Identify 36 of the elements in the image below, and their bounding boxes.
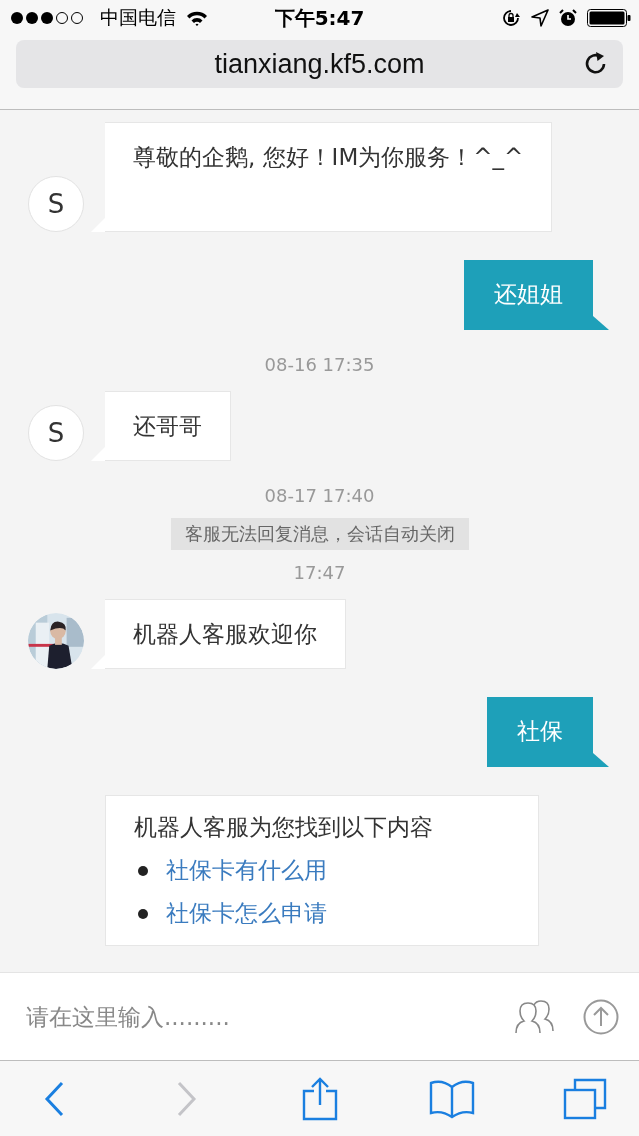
back-icon[interactable] [44,1080,64,1117]
timestamp: 17:47 [293,562,346,583]
bubble-tail [91,218,105,232]
message-bubble: 社保 [487,697,593,767]
status-time: 下午5:47 [274,4,365,32]
share-icon[interactable] [301,1076,338,1121]
send-icon[interactable] [583,998,619,1035]
system-notice: 客服无法回复消息，会话自动关闭 [170,518,469,550]
avatar: S [28,405,84,461]
url-text: tianxiang.kf5.com [214,48,425,80]
battery-icon [587,9,631,27]
timestamp: 08-16 17:35 [264,354,375,375]
address-bar[interactable]: tianxiang.kf5.com [16,40,623,88]
rotation-lock-icon [501,8,521,28]
message-bubble: 机器人客服欢迎你 [105,599,346,669]
location-icon [531,9,549,27]
timestamp: 08-17 17:40 [264,485,375,506]
avatar: S [28,176,84,232]
message-bubble: 还哥哥 [105,391,231,461]
bubble-tail [91,447,105,461]
wifi-icon [186,10,208,26]
bubble-tail [91,655,105,669]
bookmarks-icon[interactable] [429,1078,476,1119]
people-icon[interactable] [515,999,555,1034]
bullet-icon [138,908,148,919]
message-bubble: 还姐姐 [464,260,593,330]
bubble-tail [593,316,609,330]
alarm-icon [559,9,577,27]
results-title: 机器人客服为您找到以下内容 [134,813,434,842]
message-bubble: 尊敬的企鹅, 您好！IM为你服务！^_^ [105,122,553,232]
result-link[interactable]: 社保卡有什么用 [166,855,327,886]
result-link[interactable]: 社保卡怎么申请 [166,898,327,929]
bullet-icon [138,865,148,876]
tabs-icon[interactable] [563,1077,607,1120]
carrier-name: 中国电信 [100,5,176,30]
bubble-tail [593,753,609,767]
